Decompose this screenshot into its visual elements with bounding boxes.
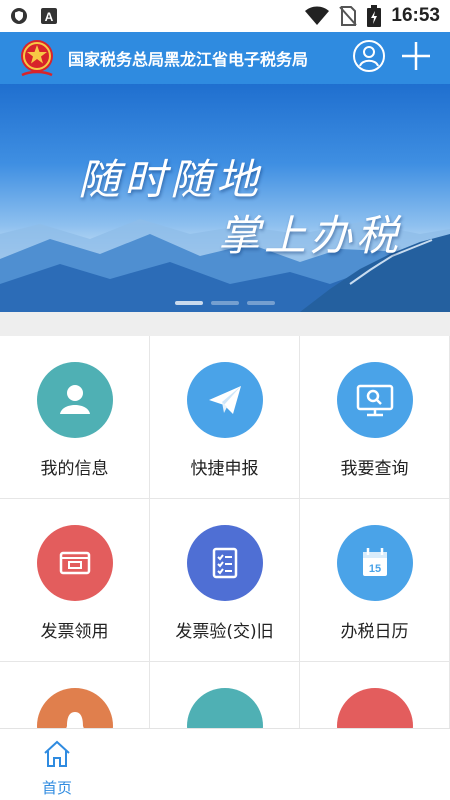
checklist-icon [186,525,263,601]
app-title: 国家税务总局黑龙江省电子税务局 [68,50,309,69]
monitor-search-icon [336,362,413,438]
paper-plane-icon [186,362,263,438]
carousel-indicators [0,301,450,305]
carousel-dot[interactable] [175,301,203,305]
bottom-navigation: 首页 [0,728,450,800]
grid-item-label: 发票验(交)旧 [175,622,274,642]
banner-carousel[interactable]: 随时随地 掌上办税 [0,84,450,312]
grid-item-tax-calendar[interactable]: 15 办税日历 [300,499,450,662]
status-time: 16:53 [391,5,440,26]
nav-home-label: 首页 [41,779,72,797]
no-sim-icon [339,6,358,26]
person-icon [36,362,113,438]
grid-item-quick-declare[interactable]: 快捷申报 [150,336,300,499]
grid-item-invoice-claim[interactable]: 发票领用 [0,499,150,662]
nav-home-tab[interactable]: 首页 [22,729,92,800]
carousel-dot[interactable] [211,301,239,305]
grid-item-label: 快捷申报 [190,459,259,479]
invoice-icon [36,525,113,601]
grid-item-my-info[interactable]: 我的信息 [0,336,150,499]
grid-item-label: 我的信息 [40,459,109,479]
status-bar: A 16:53 [0,0,450,32]
home-icon [42,739,72,773]
grid-item-partial-1[interactable] [0,662,150,736]
grid-item-partial-3[interactable] [300,662,450,736]
banner-slogan-line1: 随时随地 [78,155,263,204]
grid-item-partial-2[interactable] [150,662,300,736]
grid-item-label: 办税日历 [340,622,409,642]
add-button[interactable] [398,40,434,76]
shield-icon [10,7,28,25]
user-profile-button[interactable] [351,40,387,76]
grid-item-query[interactable]: 我要查询 [300,336,450,499]
wifi-icon [305,6,330,26]
function-grid: 我的信息 快捷申报 我要查询 发票领用 发票验(交)旧 15 办税日历 [0,336,450,736]
a-icon: A [40,7,58,25]
calendar-day: 15 [368,563,380,575]
grid-item-invoice-verify[interactable]: 发票验(交)旧 [150,499,300,662]
grid-item-label: 发票领用 [40,622,109,642]
section-divider [0,312,450,336]
grid-item-label: 我要查询 [340,459,409,479]
user-icon [352,39,386,77]
svg-text:A: A [45,10,54,24]
app-header: 国家税务总局黑龙江省电子税务局 [0,32,450,84]
carousel-dot[interactable] [247,301,275,305]
battery-icon [367,5,382,27]
tax-emblem-icon [12,33,62,83]
plus-icon [400,40,432,76]
calendar-icon: 15 [336,525,413,601]
banner-slogan-line2: 掌上办税 [218,211,403,260]
